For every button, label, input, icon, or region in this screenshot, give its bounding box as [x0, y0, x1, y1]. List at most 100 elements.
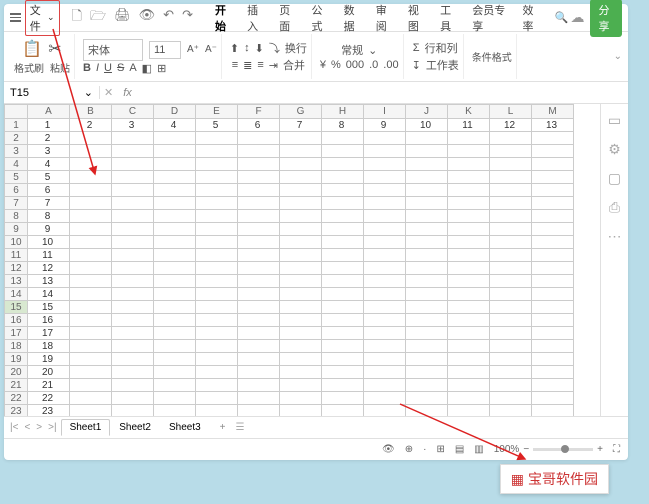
cell[interactable] [70, 210, 112, 223]
cell[interactable] [322, 262, 364, 275]
cell[interactable] [154, 158, 196, 171]
cell[interactable] [70, 262, 112, 275]
cell[interactable] [70, 366, 112, 379]
undo-icon[interactable]: ↶ [163, 7, 174, 29]
name-box[interactable]: T15⌄ [4, 86, 100, 99]
dec-decimal-icon[interactable]: .00 [383, 59, 398, 71]
row-header-7[interactable]: 7 [5, 197, 28, 210]
cell[interactable] [238, 314, 280, 327]
cell[interactable] [448, 249, 490, 262]
cell[interactable]: 12 [490, 119, 532, 132]
row-header-18[interactable]: 18 [5, 340, 28, 353]
cell[interactable]: 13 [28, 275, 70, 288]
col-header-F[interactable]: F [238, 105, 280, 119]
cell[interactable] [112, 132, 154, 145]
cell[interactable] [196, 210, 238, 223]
cell[interactable] [112, 145, 154, 158]
cell[interactable] [280, 288, 322, 301]
cell[interactable] [364, 236, 406, 249]
cell[interactable]: 23 [28, 405, 70, 417]
cell[interactable]: 15 [28, 301, 70, 314]
row-header-17[interactable]: 17 [5, 327, 28, 340]
cell[interactable] [238, 405, 280, 417]
cell[interactable] [238, 249, 280, 262]
cell[interactable] [196, 392, 238, 405]
col-header-D[interactable]: D [154, 105, 196, 119]
cell[interactable] [70, 301, 112, 314]
cell[interactable] [154, 171, 196, 184]
cell[interactable]: 7 [28, 197, 70, 210]
cell[interactable] [532, 158, 574, 171]
col-header-G[interactable]: G [280, 105, 322, 119]
cell[interactable] [196, 288, 238, 301]
cell[interactable] [406, 301, 448, 314]
cell[interactable] [532, 405, 574, 417]
fx-icon[interactable]: fx [117, 87, 138, 99]
cell[interactable] [112, 314, 154, 327]
row-header-15[interactable]: 15 [5, 301, 28, 314]
cell[interactable] [364, 301, 406, 314]
cell[interactable] [280, 327, 322, 340]
cell[interactable] [280, 366, 322, 379]
cell[interactable] [406, 314, 448, 327]
cell[interactable] [448, 301, 490, 314]
cell[interactable] [112, 379, 154, 392]
cell[interactable] [70, 132, 112, 145]
cell[interactable] [196, 132, 238, 145]
cell[interactable]: 17 [28, 327, 70, 340]
cell[interactable] [238, 366, 280, 379]
cell[interactable] [490, 275, 532, 288]
cell[interactable] [448, 392, 490, 405]
align-top-icon[interactable]: ⬆ [230, 42, 239, 55]
cell[interactable] [532, 197, 574, 210]
cell[interactable] [196, 249, 238, 262]
cell[interactable]: 5 [196, 119, 238, 132]
cell[interactable] [154, 132, 196, 145]
view-eye-icon[interactable]: 👁 [382, 444, 395, 455]
cell[interactable] [280, 236, 322, 249]
col-header-H[interactable]: H [322, 105, 364, 119]
cell[interactable] [532, 327, 574, 340]
style-icon[interactable]: ▢ [608, 170, 621, 187]
cell[interactable] [364, 275, 406, 288]
font-select[interactable]: 宋体 [83, 39, 143, 61]
cell[interactable] [448, 288, 490, 301]
row-header-13[interactable]: 13 [5, 275, 28, 288]
cell[interactable] [238, 210, 280, 223]
cell[interactable] [406, 379, 448, 392]
cell[interactable] [154, 405, 196, 417]
cell[interactable] [490, 262, 532, 275]
cell[interactable] [322, 184, 364, 197]
cell[interactable] [322, 353, 364, 366]
cell[interactable] [448, 262, 490, 275]
cell[interactable]: 7 [280, 119, 322, 132]
cell[interactable]: 8 [28, 210, 70, 223]
cell[interactable] [280, 132, 322, 145]
cell[interactable] [490, 171, 532, 184]
cell[interactable]: 6 [238, 119, 280, 132]
redo-icon[interactable]: ↷ [182, 7, 193, 29]
cell[interactable] [532, 171, 574, 184]
cell[interactable] [490, 405, 532, 417]
cell[interactable] [322, 236, 364, 249]
cell[interactable]: 20 [28, 366, 70, 379]
cell[interactable] [490, 132, 532, 145]
cancel-icon[interactable]: ✕ [100, 86, 117, 99]
cell[interactable] [112, 236, 154, 249]
cell[interactable] [154, 197, 196, 210]
last-sheet-icon[interactable]: >| [48, 422, 56, 433]
autosum-icon[interactable]: Σ [413, 42, 420, 54]
cell[interactable] [532, 210, 574, 223]
cell[interactable] [448, 223, 490, 236]
cell[interactable] [280, 353, 322, 366]
cell[interactable] [490, 340, 532, 353]
row-header-1[interactable]: 1 [5, 119, 28, 132]
cell[interactable] [532, 275, 574, 288]
cell[interactable]: 14 [28, 288, 70, 301]
cell[interactable] [112, 353, 154, 366]
underline-button[interactable]: U [104, 62, 112, 74]
cell[interactable] [364, 327, 406, 340]
cell[interactable] [280, 158, 322, 171]
row-header-9[interactable]: 9 [5, 223, 28, 236]
open-icon[interactable]: 🗁 [90, 7, 106, 29]
